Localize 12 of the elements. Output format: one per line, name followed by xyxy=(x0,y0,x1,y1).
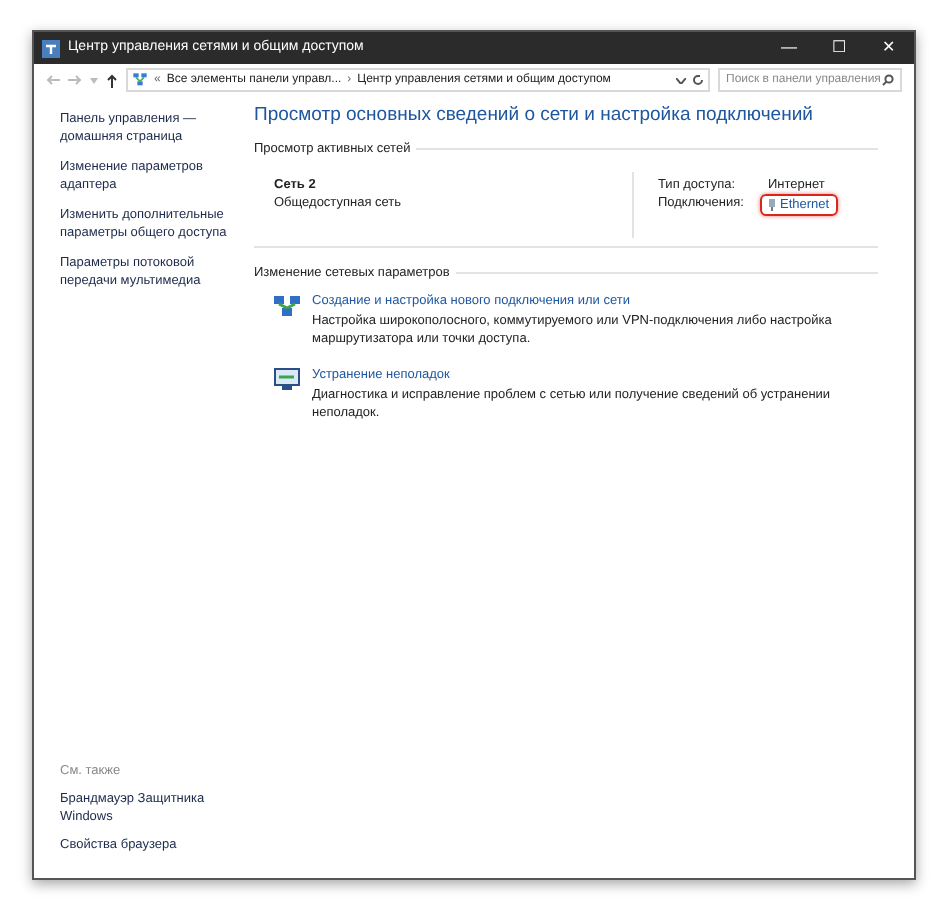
search-icon xyxy=(882,74,894,86)
monitor-icon xyxy=(274,367,300,389)
chevron-icon[interactable] xyxy=(676,77,686,83)
refresh-icon[interactable] xyxy=(692,74,704,86)
network-icon xyxy=(132,72,148,88)
close-button[interactable]: ✕ xyxy=(864,32,914,64)
minimize-button[interactable]: — xyxy=(764,32,814,64)
page-heading: Просмотр основных сведений о сети и настройка подключений xyxy=(254,104,815,128)
ethernet-icon xyxy=(768,197,776,212)
maximize-button[interactable]: ☐ xyxy=(814,32,864,64)
network-setup-icon xyxy=(274,293,300,317)
up-icon[interactable] xyxy=(106,73,118,87)
